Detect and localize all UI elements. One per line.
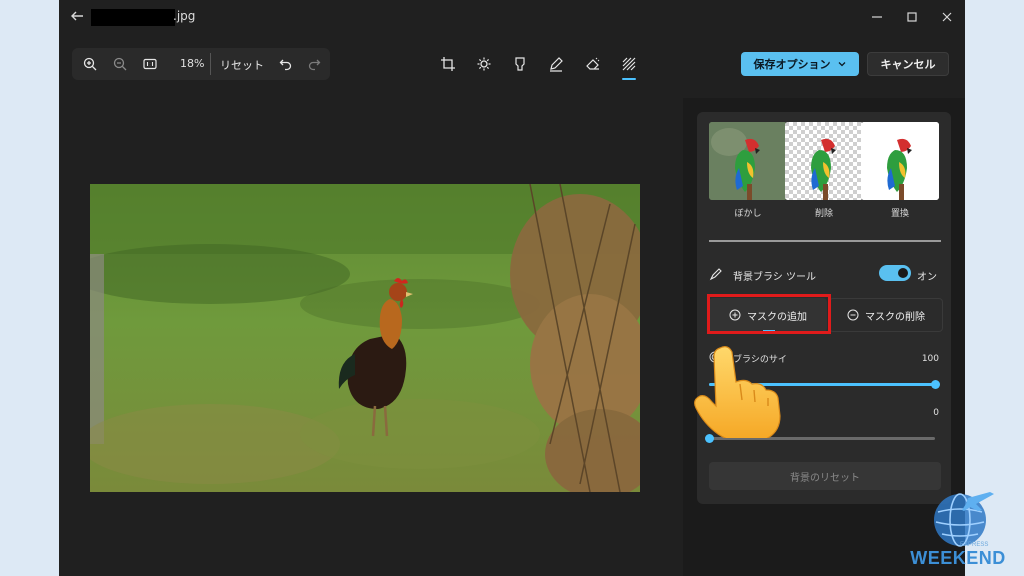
reset-background-button[interactable]: 背景のリセット (709, 462, 941, 490)
redo-icon[interactable] (306, 56, 322, 72)
brush-size-value: 100 (921, 354, 939, 364)
remove-option-label: 削除 (814, 209, 833, 219)
toggle-state-label: オン (917, 272, 937, 283)
active-tool-indicator (622, 78, 636, 80)
globe-plane-icon (934, 492, 994, 547)
parrot-replace-icon (861, 122, 939, 200)
minimize-icon[interactable] (869, 9, 885, 25)
maximize-icon[interactable] (904, 9, 920, 25)
save-options-button[interactable]: 保存オプション (741, 52, 859, 76)
undo-icon[interactable] (278, 56, 294, 72)
cancel-button[interactable]: キャンセル (867, 52, 949, 76)
photos-app-window: .jpg 18% リセット 保存オプション キャンセル ぼかし 削除 置換 背景… (59, 0, 965, 576)
brush-softness-value: 0 (933, 408, 939, 418)
minus-circle-icon (847, 309, 859, 321)
logo-subtext: EXPRESS (960, 542, 989, 548)
reset-button[interactable]: リセット (220, 57, 264, 73)
close-icon[interactable] (939, 9, 955, 25)
markup-pen-icon[interactable] (548, 56, 564, 72)
adjust-brightness-icon[interactable] (476, 56, 492, 72)
background-tool-icon[interactable] (621, 56, 637, 72)
filter-icon[interactable] (512, 56, 528, 72)
remove-option-thumbnail[interactable] (785, 122, 863, 200)
crop-icon[interactable] (440, 56, 456, 72)
zoom-level: 18% (180, 57, 205, 70)
remove-mask-button[interactable]: マスクの削除 (829, 298, 943, 332)
redacted-filename (91, 9, 175, 26)
zoom-toolbar: 18% リセット (72, 48, 330, 80)
photo-illustration (90, 184, 640, 492)
toolbar-divider (210, 53, 211, 75)
remove-mask-label: マスクの削除 (865, 311, 925, 323)
brush-size-slider-thumb[interactable] (930, 380, 940, 389)
logo-wordmark: WEEKEND (910, 548, 1006, 568)
chevron-down-icon (838, 62, 845, 67)
blur-option-label: ぼかし (734, 209, 762, 219)
brush-icon (709, 268, 722, 281)
filename-suffix: .jpg (173, 9, 196, 23)
save-options-label: 保存オプション (753, 58, 831, 71)
tutorial-highlight-box (707, 294, 831, 334)
replace-option-label: 置換 (890, 209, 909, 219)
back-arrow-icon[interactable] (69, 8, 85, 24)
parrot-remove-icon (785, 122, 863, 200)
brush-tool-toggle[interactable] (879, 265, 911, 281)
title-bar: .jpg (59, 0, 965, 34)
background-brush-tool-label: 背景ブラシ ツール (733, 272, 816, 283)
parrot-blur-icon (709, 122, 787, 200)
blur-option-thumbnail[interactable] (709, 122, 787, 200)
zoom-in-icon[interactable] (82, 56, 98, 72)
replace-option-thumbnail[interactable] (861, 122, 939, 200)
toggle-knob (898, 268, 908, 278)
background-panel-card: ぼかし 削除 置換 背景ブラシ ツール オン マスクの追加 マスクの削除 ブラシ… (697, 112, 951, 504)
weekend-logo: WEEKEND EXPRESS (898, 490, 1018, 572)
pointing-hand-icon (694, 346, 781, 438)
image-canvas[interactable] (59, 98, 671, 576)
erase-icon[interactable] (585, 56, 601, 72)
rooster-photo (90, 184, 640, 492)
actual-size-icon[interactable] (142, 56, 158, 72)
panel-divider (709, 240, 941, 242)
zoom-out-icon[interactable] (112, 56, 128, 72)
